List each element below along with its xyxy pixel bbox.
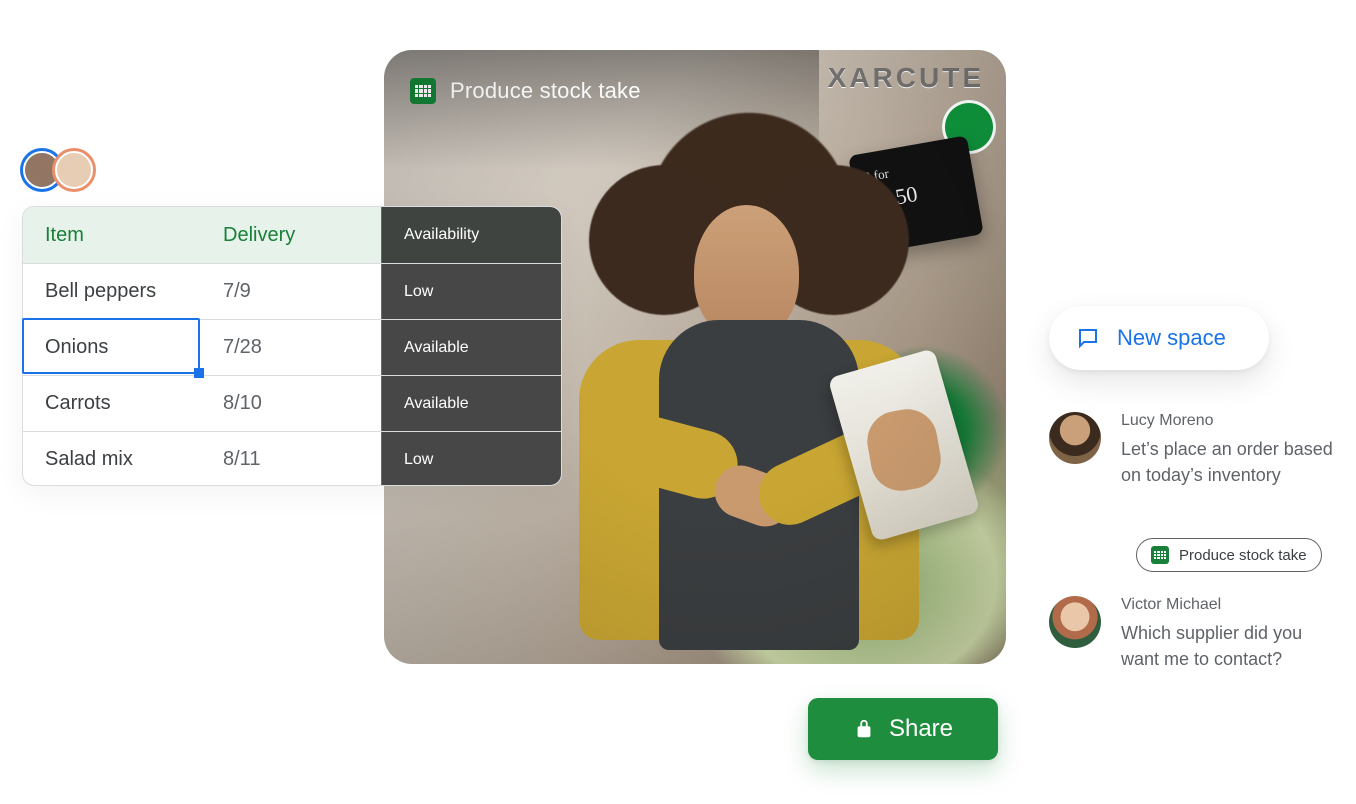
chalkboard bbox=[848, 135, 984, 254]
lock-icon bbox=[853, 718, 875, 740]
new-space-button[interactable]: New space bbox=[1049, 306, 1269, 370]
chat-icon bbox=[1075, 326, 1101, 350]
person-illustration bbox=[549, 110, 919, 650]
cell-availability[interactable]: Available bbox=[381, 376, 562, 431]
attachment-label: Produce stock take bbox=[1179, 547, 1307, 564]
table-row[interactable]: Salad mix 8/11 Low bbox=[23, 431, 561, 486]
message-text: Which supplier did you want me to contac… bbox=[1121, 620, 1341, 672]
cell-delivery[interactable]: 7/28 bbox=[201, 336, 381, 359]
column-header-item[interactable]: Item bbox=[23, 224, 201, 247]
cell-item[interactable]: Bell peppers bbox=[23, 280, 201, 303]
store-badge bbox=[942, 100, 996, 154]
cell-item[interactable]: Salad mix bbox=[23, 448, 201, 471]
document-title-bar: Produce stock take bbox=[410, 78, 641, 104]
sheets-icon bbox=[1151, 546, 1169, 564]
message-author: Lucy Moreno bbox=[1121, 412, 1341, 430]
chat-message: Victor Michael Which supplier did you wa… bbox=[1049, 596, 1341, 672]
cell-availability[interactable]: Available bbox=[381, 320, 562, 375]
hero-gradient bbox=[384, 50, 819, 170]
spreadsheet[interactable]: Item Delivery Availability Bell peppers … bbox=[22, 206, 562, 486]
cell-delivery[interactable]: 8/11 bbox=[201, 448, 381, 471]
cell-availability[interactable]: Low bbox=[381, 432, 562, 486]
column-header-delivery[interactable]: Delivery bbox=[201, 224, 381, 247]
stage: XARCUTE Produce stock take Item Delivery… bbox=[0, 0, 1356, 804]
cell-item[interactable]: Onions bbox=[23, 336, 201, 359]
new-space-label: New space bbox=[1117, 325, 1226, 351]
cell-item[interactable]: Carrots bbox=[23, 392, 201, 415]
chat-message: Lucy Moreno Let’s place an order based o… bbox=[1049, 412, 1341, 488]
sheets-icon bbox=[410, 78, 436, 104]
share-label: Share bbox=[889, 715, 953, 743]
cell-delivery[interactable]: 7/9 bbox=[201, 280, 381, 303]
table-row[interactable]: Onions 7/28 Available bbox=[23, 319, 561, 375]
column-header-availability[interactable]: Availability bbox=[381, 207, 562, 263]
attachment-chip[interactable]: Produce stock take bbox=[1136, 538, 1322, 572]
share-button[interactable]: Share bbox=[808, 698, 998, 760]
avatar[interactable] bbox=[52, 148, 96, 192]
table-row[interactable]: Carrots 8/10 Available bbox=[23, 375, 561, 431]
cell-delivery[interactable]: 8/10 bbox=[201, 392, 381, 415]
table-header-row: Item Delivery Availability bbox=[23, 207, 561, 263]
avatar[interactable] bbox=[1049, 596, 1101, 648]
message-author: Victor Michael bbox=[1121, 596, 1341, 614]
avatar[interactable] bbox=[1049, 412, 1101, 464]
document-title: Produce stock take bbox=[450, 78, 641, 104]
table-row[interactable]: Bell peppers 7/9 Low bbox=[23, 263, 561, 319]
message-text: Let’s place an order based on today’s in… bbox=[1121, 436, 1341, 488]
collaborator-avatars bbox=[20, 148, 96, 192]
store-sign: XARCUTE bbox=[828, 62, 984, 94]
cell-availability[interactable]: Low bbox=[381, 264, 562, 319]
